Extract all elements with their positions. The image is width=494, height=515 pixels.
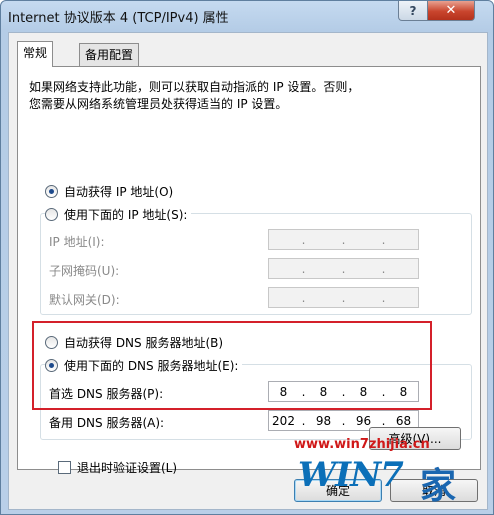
validate-settings-checkbox[interactable]: 退出时验证设置(L) [58, 459, 177, 476]
alternate-dns-label: 备用 DNS 服务器(A): [49, 416, 165, 430]
description-text: 如果网络支持此功能，则可以获取自动指派的 IP 设置。否则， 您需要从网络系统管… [29, 80, 360, 111]
ip-address-input[interactable]: . . . [268, 229, 419, 250]
cancel-button[interactable]: 取消 [390, 479, 478, 502]
title-bar[interactable]: Internet 协议版本 4 (TCP/IPv4) 属性 ? ✕ [1, 1, 493, 31]
preferred-dns-label: 首选 DNS 服务器(P): [49, 387, 164, 401]
preferred-dns-input[interactable]: 8. 8. 8. 8 [268, 381, 419, 402]
radio-selected-dot [49, 189, 54, 194]
validate-settings-label: 退出时验证设置(L) [77, 461, 178, 475]
default-gateway-label: 默认网关(D): [49, 293, 120, 307]
radio-manual-dns[interactable]: 使用下面的 DNS 服务器地址(E): [45, 357, 243, 374]
subnet-mask-label: 子网掩码(U): [49, 264, 120, 278]
help-button[interactable]: ? [398, 1, 428, 21]
radio-auto-dns-indicator[interactable] [45, 336, 58, 349]
radio-manual-ip[interactable]: 使用下面的 IP 地址(S): [45, 206, 192, 223]
radio-manual-ip-label: 使用下面的 IP 地址(S): [64, 208, 188, 222]
radio-auto-dns-label: 自动获得 DNS 服务器地址(B) [64, 336, 224, 350]
radio-manual-ip-indicator[interactable] [45, 208, 58, 221]
radio-auto-ip[interactable]: 自动获得 IP 地址(O) [45, 183, 173, 200]
ip-address-label: IP 地址(I): [49, 235, 105, 249]
tab-alternate-config[interactable]: 备用配置 [79, 43, 140, 66]
radio-auto-ip-indicator[interactable] [45, 185, 58, 198]
ok-button[interactable]: 确定 [294, 479, 382, 502]
radio-manual-dns-indicator[interactable] [45, 359, 58, 372]
validate-checkbox-box[interactable] [58, 461, 71, 474]
tab-general[interactable]: 常规 [17, 41, 54, 67]
general-tab-panel: 如果网络支持此功能，则可以获取自动指派的 IP 设置。否则， 您需要从网络系统管… [17, 66, 481, 475]
subnet-mask-input[interactable]: . . . [268, 258, 419, 279]
window-title: Internet 协议版本 4 (TCP/IPv4) 属性 [8, 11, 229, 26]
radio-auto-dns[interactable]: 自动获得 DNS 服务器地址(B) [45, 334, 223, 351]
dialog-client-area: 常规 备用配置 如果网络支持此功能，则可以获取自动指派的 IP 设置。否则， 您… [8, 32, 488, 510]
radio-selected-dot [49, 363, 54, 368]
radio-manual-dns-label: 使用下面的 DNS 服务器地址(E): [64, 359, 239, 373]
dialog-window: Internet 协议版本 4 (TCP/IPv4) 属性 ? ✕ 常规 备用配… [0, 0, 494, 515]
advanced-button[interactable]: 高级(V)... [369, 427, 461, 450]
radio-auto-ip-label: 自动获得 IP 地址(O) [64, 185, 174, 199]
close-button[interactable]: ✕ [427, 1, 475, 21]
default-gateway-input[interactable]: . . . [268, 287, 419, 308]
